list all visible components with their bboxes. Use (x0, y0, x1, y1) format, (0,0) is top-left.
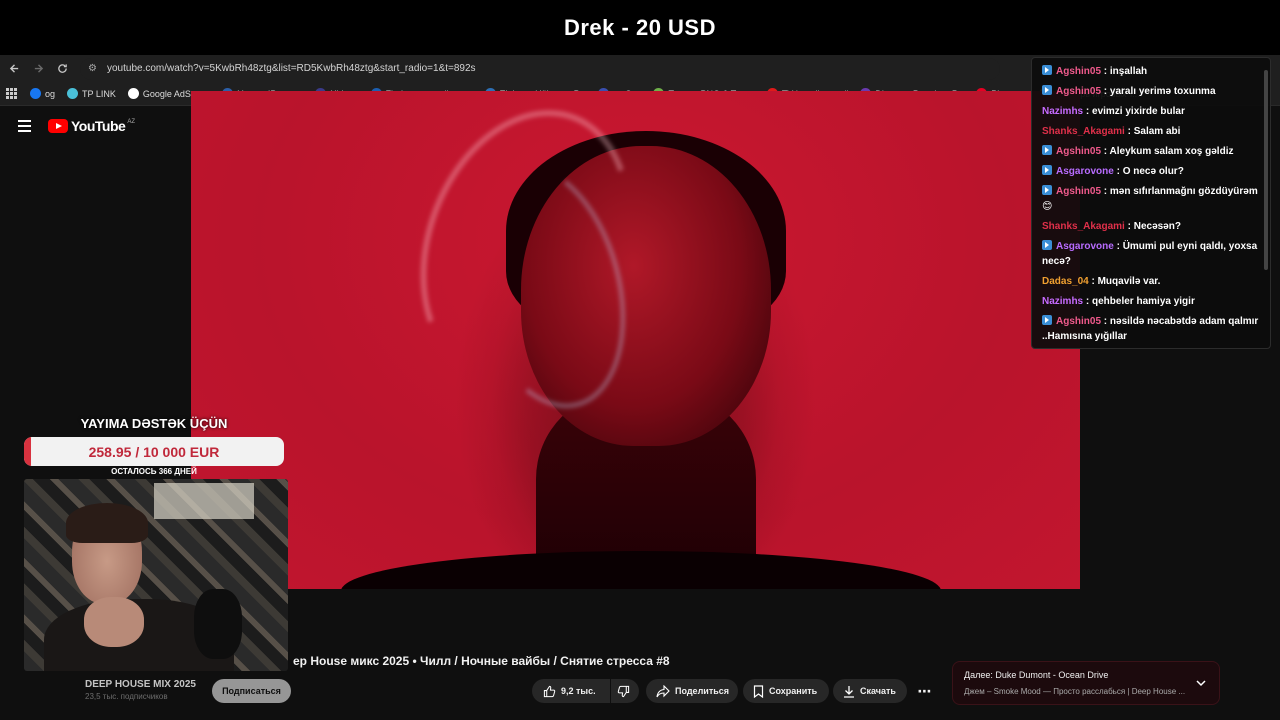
more-actions-button[interactable]: ⋯ (912, 679, 936, 703)
download-icon (844, 685, 854, 698)
chat-message: Nazimhs : evimzi yixirde bular (1042, 106, 1185, 117)
chat-text: Muqavilə var. (1097, 276, 1161, 287)
chat-text: Salam abi (1133, 126, 1181, 137)
menu-icon[interactable] (18, 120, 31, 132)
webcam-microphone (194, 589, 242, 659)
chat-text: qehbeler hamiya yigir (1092, 296, 1195, 307)
download-label: Скачать (860, 686, 896, 696)
site-info-icon[interactable]: ⚙ (88, 63, 100, 75)
like-button[interactable]: 9,2 тыс. (532, 679, 610, 703)
thumbs-up-icon (543, 685, 556, 697)
chat-text: evimzi yixirde bular (1092, 106, 1185, 117)
donation-goal-bar: 258.95 / 10 000 EUR (24, 437, 284, 466)
chat-text: yaralı yerimə toxunma (1109, 86, 1216, 97)
chevron-down-icon[interactable] (1195, 676, 1207, 694)
chat-message: Shanks_Akagami : Necəsən? (1042, 221, 1181, 232)
more-dots-icon: ⋯ (917, 682, 932, 699)
chat-message: Nazimhs : qehbeler hamiya yigir (1042, 296, 1195, 307)
donation-goal-label: YAYIMA DƏSTƏK ÜÇÜN (80, 416, 228, 431)
share-label: Поделиться (675, 686, 730, 696)
up-next-title: Далее: Duke Dumont - Ocean Drive (964, 670, 1109, 680)
save-label: Сохранить (769, 686, 818, 696)
bookmark-item[interactable]: TP LINK (67, 88, 116, 99)
chat-text: inşallah (1109, 66, 1148, 77)
chat-message: Agshin05 : nəsildə nəcabətdə adam qalmır… (1042, 315, 1259, 342)
chat-username[interactable]: Asgarovone (1056, 241, 1114, 252)
chat-badge-icon (1042, 65, 1052, 75)
bookmark-favicon-icon (127, 88, 139, 99)
channel-subscribers: 23,5 тыс. подписчиков (85, 692, 168, 701)
chat-username[interactable]: Asgarovone (1056, 166, 1114, 177)
dislike-button[interactable] (611, 679, 639, 703)
donation-goal-amount: 258.95 / 10 000 EUR (88, 443, 220, 460)
bookmark-favicon-icon (30, 88, 41, 99)
bookmark-label: og (45, 88, 56, 99)
bookmark-label: TP LINK (82, 88, 116, 99)
chat-message: Asgarovone : Ümumi pul eyni qaldı, yoxsa… (1042, 240, 1258, 267)
up-next-card[interactable]: Далее: Duke Dumont - Ocean Drive Джем – … (952, 661, 1220, 705)
chat-username[interactable]: Shanks_Akagami (1042, 221, 1125, 232)
chat-message: Shanks_Akagami : Salam abi (1042, 126, 1181, 137)
video-player[interactable] (191, 91, 1080, 589)
webcam-wall-poster (154, 483, 254, 519)
youtube-logo[interactable]: YouTube AZ (48, 118, 135, 134)
reload-button[interactable] (50, 57, 74, 81)
up-next-subtitle: Джем – Smoke Mood — Просто расслабься | … (964, 687, 1186, 696)
region-code: AZ (127, 119, 135, 125)
back-button[interactable] (2, 57, 26, 81)
chat-username[interactable]: Agshin05 (1056, 146, 1101, 157)
chat-badge-icon (1042, 185, 1052, 195)
reload-icon (57, 64, 67, 73)
share-button[interactable]: Поделиться (646, 679, 738, 703)
url-text: youtube.com/watch?v=5KwbRh48ztg&list=RD5… (107, 63, 476, 74)
chat-badge-icon (1042, 145, 1052, 155)
chat-message: Dadas_04 : Muqavilə var. (1042, 276, 1161, 287)
forward-button[interactable] (26, 57, 50, 81)
arrow-right-icon (34, 64, 43, 73)
arrow-left-icon (9, 64, 18, 73)
chat-badge-icon (1042, 315, 1052, 325)
bookmark-icon (753, 684, 764, 698)
download-button[interactable]: Скачать (833, 679, 907, 703)
chat-message: Asgarovone : O necə olur? (1042, 164, 1270, 179)
apps-grid-icon[interactable] (6, 87, 18, 100)
bookmark-item[interactable]: og (30, 88, 55, 99)
webcam-streamer-hand (84, 597, 144, 647)
chat-username[interactable]: Nazimhs (1042, 106, 1083, 117)
chat-message: Agshin05 : mən sıfırlanmağnı gözdüyürəm … (1042, 185, 1258, 212)
chat-username[interactable]: Agshin05 (1056, 86, 1101, 97)
chat-text: Aleykum salam xoş gəldiz (1109, 146, 1234, 157)
thumbs-down-icon (617, 685, 630, 697)
chat-badge-icon (1042, 240, 1052, 250)
chat-message: Agshin05 : Aleykum salam xoş gəldiz (1042, 144, 1270, 159)
webcam-streamer-hair (66, 503, 148, 543)
save-button[interactable]: Сохранить (743, 679, 829, 703)
donation-alert-title: Drek - 20 USD (0, 0, 1280, 55)
chat-username[interactable]: Agshin05 (1056, 316, 1101, 327)
chat-message: Agshin05 : inşallah (1042, 64, 1270, 79)
url-field[interactable]: ⚙ youtube.com/watch?v=5KwbRh48ztg&list=R… (80, 57, 1000, 80)
streamer-webcam (24, 479, 288, 671)
youtube-play-icon (48, 119, 68, 133)
chat-username[interactable]: Shanks_Akagami (1042, 126, 1125, 137)
chat-badge-icon (1042, 165, 1052, 175)
chat-badge-icon (1042, 85, 1052, 95)
chat-scrollbar[interactable] (1264, 70, 1268, 270)
chat-text: Necəsən? (1133, 221, 1181, 232)
share-icon (656, 684, 670, 697)
chat-username[interactable]: Dadas_04 (1042, 276, 1089, 287)
chat-message: Agshin05 : yaralı yerimə toxunma (1042, 84, 1270, 99)
channel-name[interactable]: DEEP HOUSE MIX 2025 (85, 679, 196, 690)
subscribe-button[interactable]: Подписаться (212, 679, 291, 703)
chat-username[interactable]: Agshin05 (1056, 66, 1101, 77)
stream-chat-overlay: Agshin05 : inşallah Agshin05 : yaralı yer… (1031, 57, 1271, 349)
bookmark-favicon-icon (67, 88, 79, 99)
chat-username[interactable]: Agshin05 (1056, 186, 1101, 197)
video-title: ep House микс 2025 • Чилл / Ночные вайбы… (293, 654, 670, 668)
donation-goal-days-left: ОСТАЛОСЬ 366 ДНЕЙ (111, 467, 197, 476)
youtube-logo-text: YouTube (71, 118, 126, 134)
chat-text: O necə olur? (1122, 166, 1184, 177)
like-count: 9,2 тыс. (561, 686, 596, 696)
chat-username[interactable]: Nazimhs (1042, 296, 1083, 307)
